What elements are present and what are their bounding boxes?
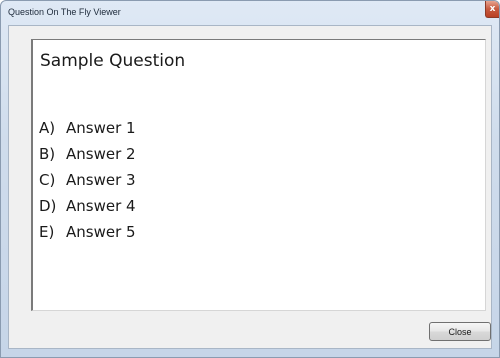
answer-letter: C) xyxy=(39,171,56,189)
question-text: Sample Question xyxy=(40,51,186,71)
answer-item-a: A) Answer 1 xyxy=(39,115,136,141)
answer-text: Answer 5 xyxy=(66,223,136,241)
answer-text: Answer 4 xyxy=(66,197,136,215)
close-icon: x xyxy=(489,4,496,14)
answer-item-c: C) Answer 3 xyxy=(39,167,136,193)
answer-item-b: B) Answer 2 xyxy=(39,141,136,167)
dialog-client-area: Sample Question A) Answer 1 B) Answer 2 C)… xyxy=(8,25,492,349)
answer-item-e: E) Answer 5 xyxy=(39,219,136,245)
viewer-window: Question On The Fly Viewer x Sample Ques… xyxy=(0,0,500,358)
answer-letter: D) xyxy=(39,197,57,215)
answer-letter: E) xyxy=(39,223,55,241)
answer-text: Answer 2 xyxy=(66,145,136,163)
answer-item-d: D) Answer 4 xyxy=(39,193,136,219)
close-button[interactable]: Close xyxy=(429,322,491,341)
question-panel: Sample Question A) Answer 1 B) Answer 2 C)… xyxy=(31,39,486,311)
title-bar[interactable]: Question On The Fly Viewer x xyxy=(1,1,499,25)
answer-list: A) Answer 1 B) Answer 2 C) Answer 3 D) Answe… xyxy=(39,115,136,245)
answer-text: Answer 3 xyxy=(66,171,136,189)
window-title: Question On The Fly Viewer xyxy=(8,7,121,17)
answer-letter: A) xyxy=(39,119,56,137)
answer-letter: B) xyxy=(39,145,56,163)
window-close-button[interactable]: x xyxy=(485,1,499,18)
answer-text: Answer 1 xyxy=(66,119,136,137)
